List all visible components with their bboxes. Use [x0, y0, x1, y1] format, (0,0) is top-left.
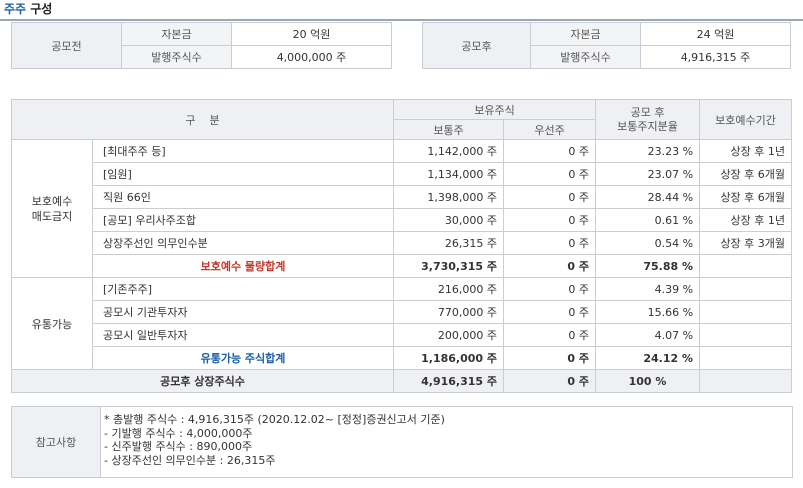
shareholder-table: 구 분 보유주식 공모 후 보통주지분율 보호예수기간 보통주 우선주 보호예수…: [10, 99, 793, 393]
notes-line: - 상장주선인 의무인수분 : 26,315주: [104, 453, 276, 467]
subtotal-ratio: 75.88 %: [595, 254, 701, 278]
notes-line: * 총발행 주식수 : 4,916,315주 (2020.12.02~ [정정]…: [104, 413, 445, 426]
row-preferred: 0 주: [503, 208, 597, 232]
row-lockup: 상장 후 3개월: [699, 231, 793, 255]
row-common: 30,000 주: [393, 208, 505, 232]
grand-total-name: 공모후 상장주식수: [10, 369, 395, 393]
subtotal-name: 유통가능 주식합계: [91, 346, 395, 370]
row-lockup: 상장 후 6개월: [699, 162, 793, 186]
after-capital-value: 24 억원: [640, 22, 791, 46]
before-ipo-table: 공모전 자본금 20 억원 발행주식수 4,000,000 주: [11, 22, 392, 69]
row-name: [공모] 우리사주조합: [91, 208, 395, 232]
before-capital-value: 20 억원: [231, 22, 392, 46]
row-common: 26,315 주: [393, 231, 505, 255]
before-ipo-label: 공모전: [11, 22, 122, 69]
row-ratio: 15.66 %: [595, 300, 701, 324]
row-ratio: 4.07 %: [595, 323, 701, 347]
notes-line: - 신주발행 주식수 : 890,000주: [104, 440, 253, 453]
row-preferred: 0 주: [503, 162, 597, 186]
notes-box: 참고사항 * 총발행 주식수 : 4,916,315주 (2020.12.02~…: [11, 406, 793, 478]
header-gubun: 구 분: [10, 99, 395, 140]
row-lockup-empty: [699, 323, 793, 347]
row-ratio: 28.44 %: [595, 185, 701, 209]
row-preferred: 0 주: [503, 277, 597, 301]
table-row: 공모시 일반투자자 200,000 주 0 주 4.07 %: [12, 323, 793, 347]
after-ipo-label: 공모후: [422, 22, 531, 69]
row-common: 1,398,000 주: [393, 185, 505, 209]
header-common: 보통주: [393, 119, 505, 140]
before-shares-value: 4,000,000 주: [231, 45, 392, 69]
after-capital-label: 자본금: [530, 22, 641, 46]
section-title-rest: 구성: [26, 2, 53, 16]
subtotal-common: 1,186,000 주: [393, 346, 505, 370]
group-lockup-label: 보호예수 매도금지: [11, 139, 93, 278]
row-common: 770,000 주: [393, 300, 505, 324]
subtotal-row: 유통가능 주식합계 1,186,000 주 0 주 24.12 %: [12, 346, 793, 370]
group-tradable-label: 유통가능: [11, 277, 93, 370]
grand-total-ratio: 100 %: [595, 369, 701, 393]
section-title: 주주 구성: [4, 0, 52, 18]
row-lockup-empty: [699, 300, 793, 324]
row-preferred: 0 주: [503, 300, 597, 324]
table-row: 유통가능 [기존주주] 216,000 주 0 주 4.39 %: [11, 277, 793, 370]
row-ratio: 23.23 %: [595, 139, 701, 163]
row-preferred: 0 주: [503, 185, 597, 209]
row-name: 직원 66인: [91, 185, 395, 209]
row-common: 1,134,000 주: [393, 162, 505, 186]
subtotal-preferred: 0 주: [503, 346, 597, 370]
table-row: [임원] 1,134,000 주 0 주 23.07 % 상장 후 6개월: [12, 162, 793, 186]
table-row: 공모시 기관투자자 770,000 주 0 주 15.66 %: [12, 300, 793, 324]
row-lockup: 상장 후 1년: [699, 139, 793, 163]
row-ratio: 23.07 %: [595, 162, 701, 186]
notes-line: - 기발행 주식수 : 4,000,000주: [104, 426, 253, 440]
subtotal-ratio: 24.12 %: [595, 346, 701, 370]
row-ratio: 0.54 %: [595, 231, 701, 255]
row-ratio: 0.61 %: [595, 208, 701, 232]
row-name: 공모시 일반투자자: [91, 323, 395, 347]
table-row: 보호예수 매도금지 [최대주주 등] 1,142,000 주 0 주 23.23…: [11, 139, 793, 278]
row-preferred: 0 주: [503, 323, 597, 347]
header-preferred: 우선주: [503, 119, 597, 140]
table-row: 상장주선인 의무인수분 26,315 주 0 주 0.54 % 상장 후 3개월: [12, 231, 793, 255]
subtotal-name: 보호예수 물량합계: [91, 254, 395, 278]
before-shares-label: 발행주식수: [121, 45, 232, 69]
subtotal-row: 보호예수 물량합계 3,730,315 주 0 주 75.88 %: [12, 254, 793, 278]
notes-label: 참고사항: [12, 407, 101, 477]
row-common: 1,142,000 주: [393, 139, 505, 163]
before-capital-label: 자본금: [121, 22, 232, 46]
after-shares-value: 4,916,315 주: [640, 45, 791, 69]
subtotal-common: 3,730,315 주: [393, 254, 505, 278]
row-lockup-empty: [699, 277, 793, 301]
row-common: 200,000 주: [393, 323, 505, 347]
row-name: 상장주선인 의무인수분: [91, 231, 395, 255]
row-preferred: 0 주: [503, 139, 597, 163]
notes-text: * 총발행 주식수 : 4,916,315주 (2020.12.02~ [정정]…: [104, 413, 784, 467]
row-lockup: 상장 후 6개월: [699, 185, 793, 209]
row-ratio: 4.39 %: [595, 277, 701, 301]
row-name: [최대주주 등]: [91, 139, 395, 163]
row-preferred: 0 주: [503, 231, 597, 255]
grand-total-row: 공모후 상장주식수 4,916,315 주 0 주 100 %: [10, 369, 793, 393]
row-lockup: 상장 후 1년: [699, 208, 793, 232]
row-name: [기존주주]: [91, 277, 395, 301]
grand-total-common: 4,916,315 주: [393, 369, 505, 393]
header-holding: 보유주식: [393, 99, 597, 120]
grand-total-preferred: 0 주: [503, 369, 597, 393]
title-divider: [0, 19, 803, 21]
section-title-highlight: 주주: [4, 2, 27, 16]
row-common: 216,000 주: [393, 277, 505, 301]
header-lockup: 보호예수기간: [699, 99, 793, 140]
header-ratio: 공모 후 보통주지분율: [595, 99, 701, 140]
subtotal-lockup-empty: [699, 254, 793, 278]
row-name: [임원]: [91, 162, 395, 186]
subtotal-lockup-empty: [699, 346, 793, 370]
table-row: [공모] 우리사주조합 30,000 주 0 주 0.61 % 상장 후 1년: [12, 208, 793, 232]
grand-total-lockup-empty: [699, 369, 793, 393]
row-name: 공모시 기관투자자: [91, 300, 395, 324]
after-shares-label: 발행주식수: [530, 45, 641, 69]
after-ipo-table: 공모후 자본금 24 억원 발행주식수 4,916,315 주: [422, 22, 791, 69]
subtotal-preferred: 0 주: [503, 254, 597, 278]
table-row: 직원 66인 1,398,000 주 0 주 28.44 % 상장 후 6개월: [12, 185, 793, 209]
